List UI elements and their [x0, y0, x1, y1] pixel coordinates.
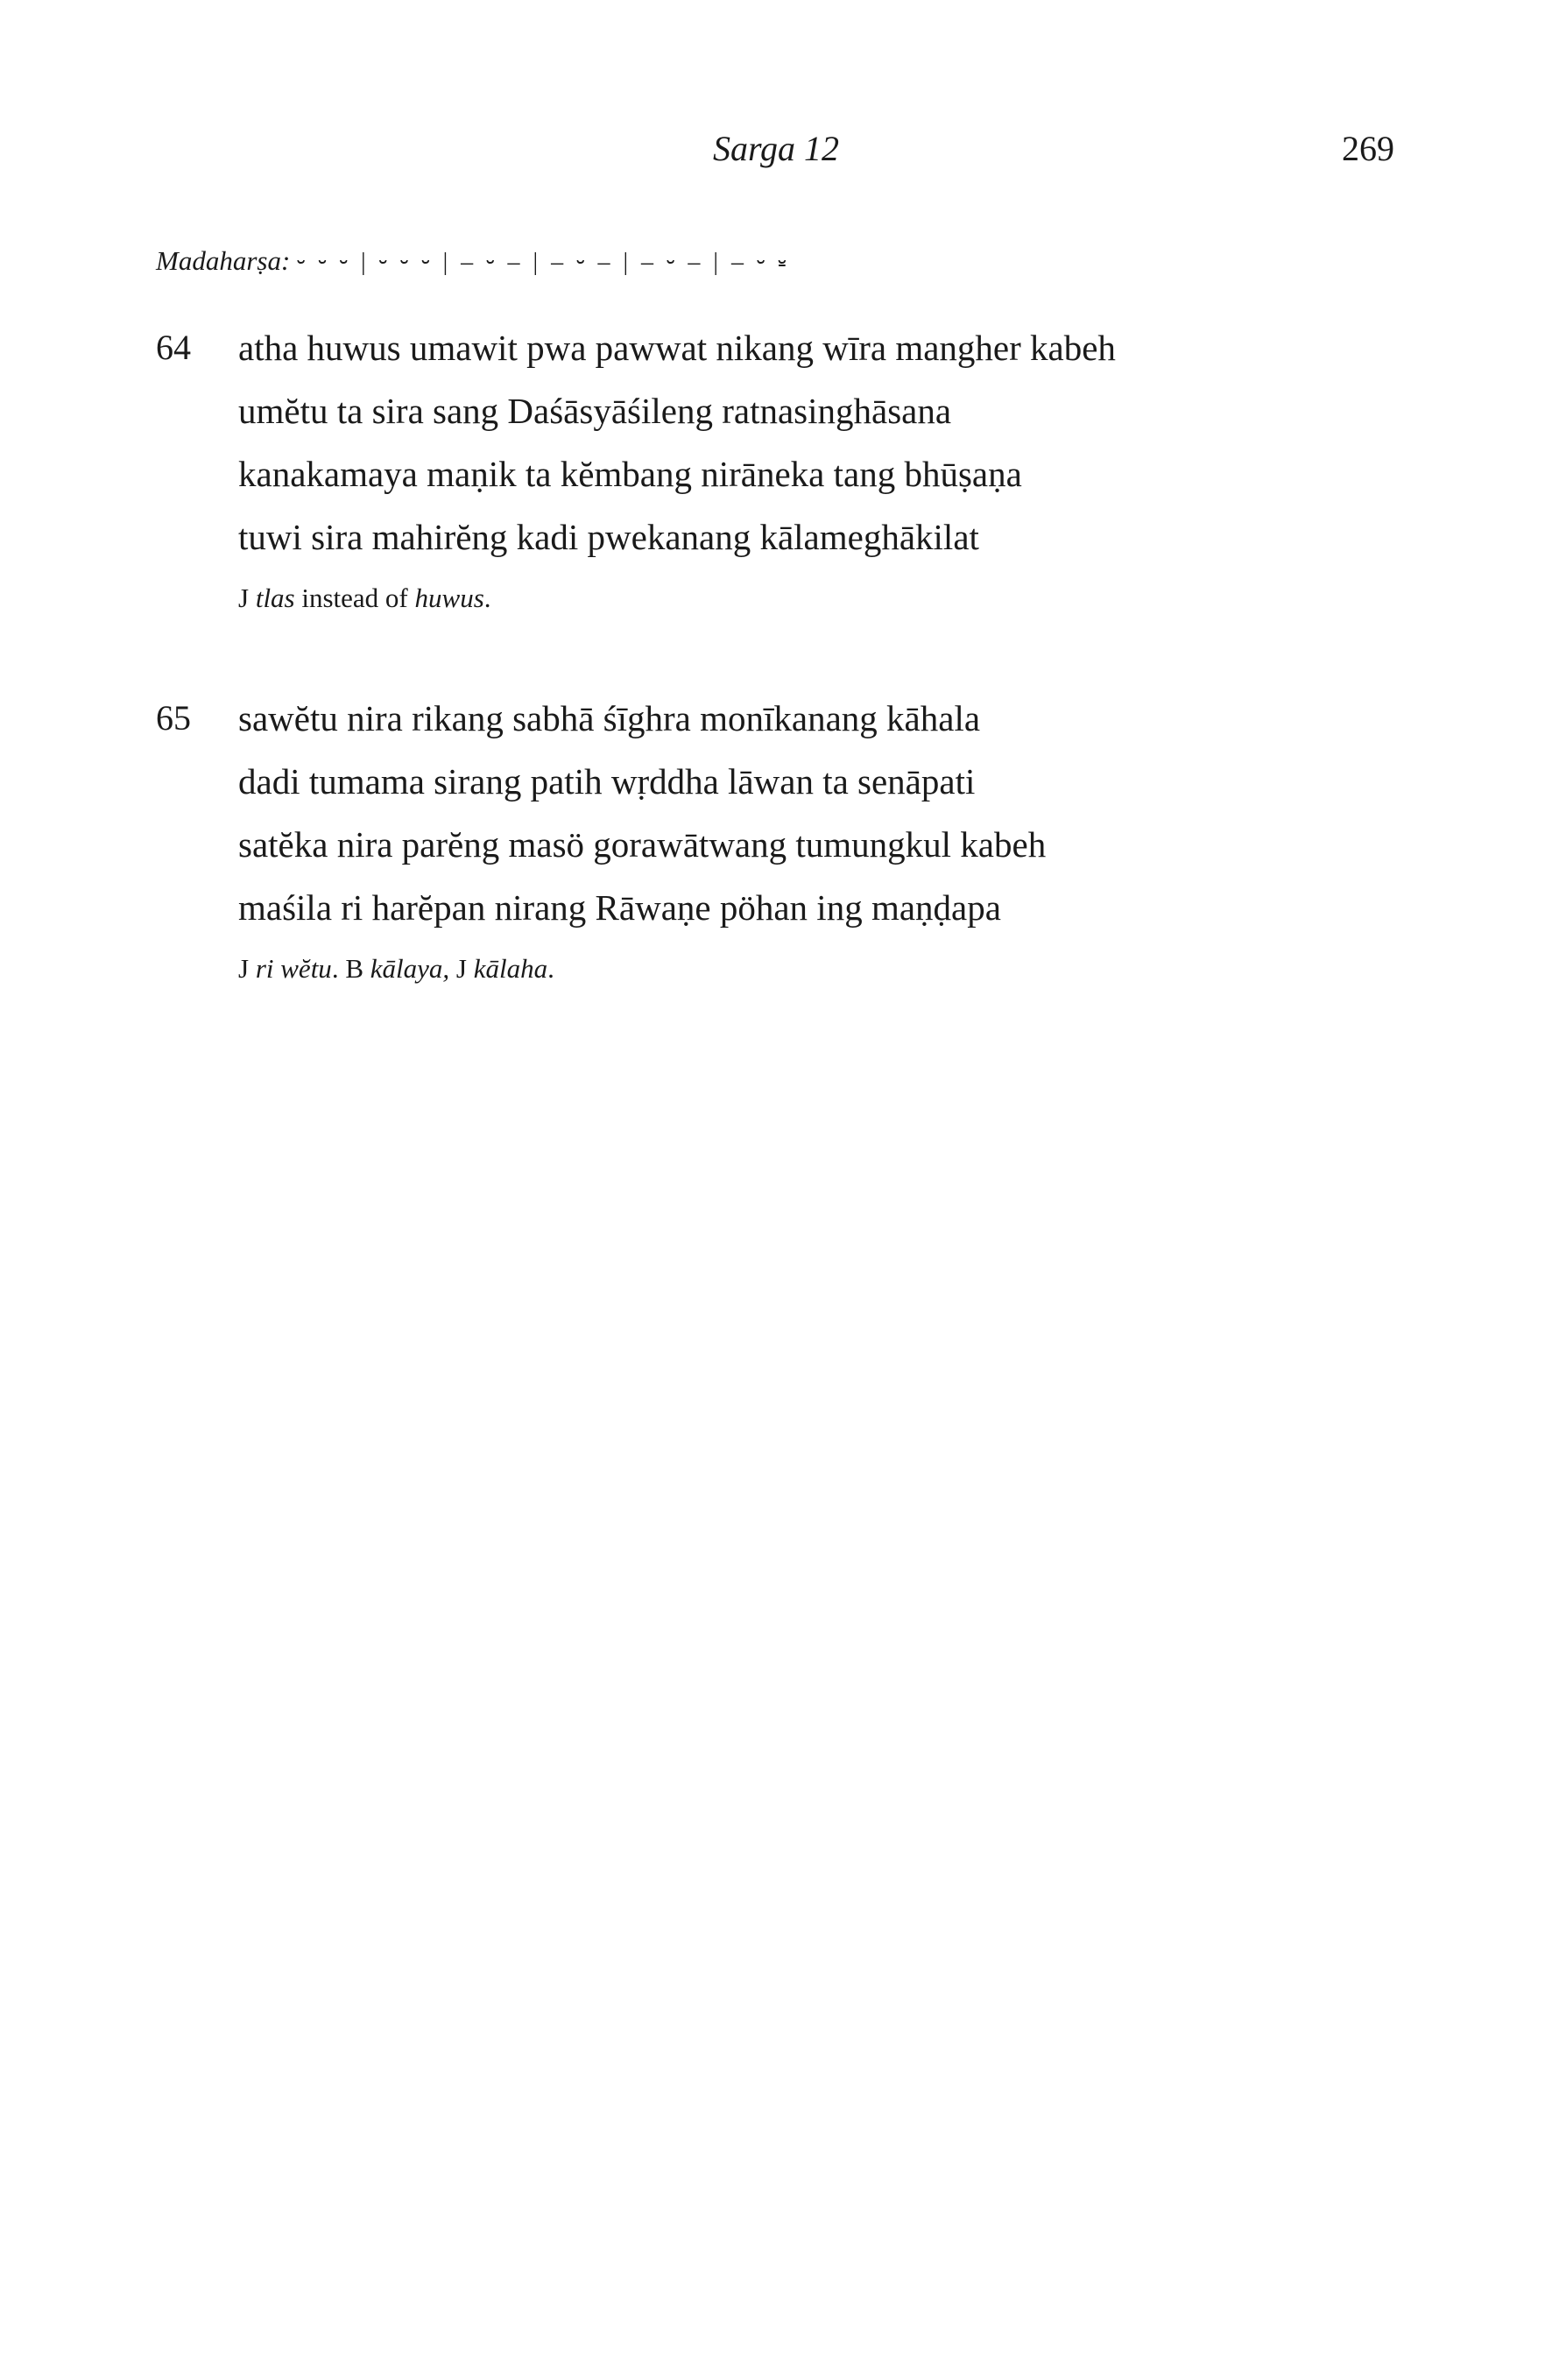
note-text: . — [547, 953, 554, 984]
stanza-number: 64 — [156, 328, 191, 367]
verse-lines: atha huwus umawit pwa pawwat nikang wīra… — [238, 316, 1394, 616]
verse-line: maśila ri harĕpan nirang Rāwaṇe pöhan in… — [238, 887, 1001, 928]
note-italic: ri wĕtu — [255, 953, 332, 984]
stanza-number: 65 — [156, 698, 191, 738]
page-number: 269 — [1342, 129, 1394, 168]
note-text: J — [238, 953, 256, 984]
note-italic: kālaya, — [370, 953, 450, 984]
book-page: Sarga 12 269 Madaharṣa: ⏑ ⏑ ⏑ | ⏑ ⏑ ⏑ | … — [0, 0, 1552, 2380]
meter-scheme: ⏑ ⏑ ⏑ | ⏑ ⏑ ⏑ | – ⏑ – | – ⏑ – | – ⏑ – | … — [297, 249, 790, 276]
verse-line: atha huwus umawit pwa pawwat nikang wīra… — [238, 328, 1116, 368]
note-text: J — [449, 953, 474, 984]
textual-note: J ri wĕtu. B kālaya, J kālaha. — [238, 951, 1394, 986]
textual-note: J tlas instead of huwus. — [238, 581, 1394, 616]
verse-line: satĕka nira parĕng masö gorawātwang tumu… — [238, 824, 1047, 865]
verse-line: dadi tumama sirang patih wṛddha lāwan ta… — [238, 761, 976, 802]
note-text: . B — [331, 953, 370, 984]
note-text: instead of — [294, 583, 415, 613]
verse-line: umĕtu ta sira sang Daśāsyāśileng ratnasi… — [238, 391, 952, 431]
meter-line: Madaharṣa: ⏑ ⏑ ⏑ | ⏑ ⏑ ⏑ | – ⏑ – | – ⏑ –… — [156, 244, 790, 280]
note-text: J — [238, 583, 256, 613]
verse-line: sawĕtu nira rikang sabhā śīghra monīkana… — [238, 698, 981, 738]
note-italic: huwus — [414, 583, 484, 613]
note-italic: tlas — [255, 583, 295, 613]
note-text: . — [483, 583, 491, 613]
verse-lines: sawĕtu nira rikang sabhā śīghra monīkana… — [238, 687, 1394, 986]
verse-line: kanakamaya maṇik ta kĕmbang nirāneka tan… — [238, 454, 1022, 494]
meter-name: Madaharṣa: — [156, 245, 291, 276]
verse-line: tuwi sira mahirĕng kadi pwekanang kālame… — [238, 517, 979, 557]
note-italic: kālaha — [473, 953, 548, 984]
running-title: Sarga 12 — [712, 129, 840, 168]
